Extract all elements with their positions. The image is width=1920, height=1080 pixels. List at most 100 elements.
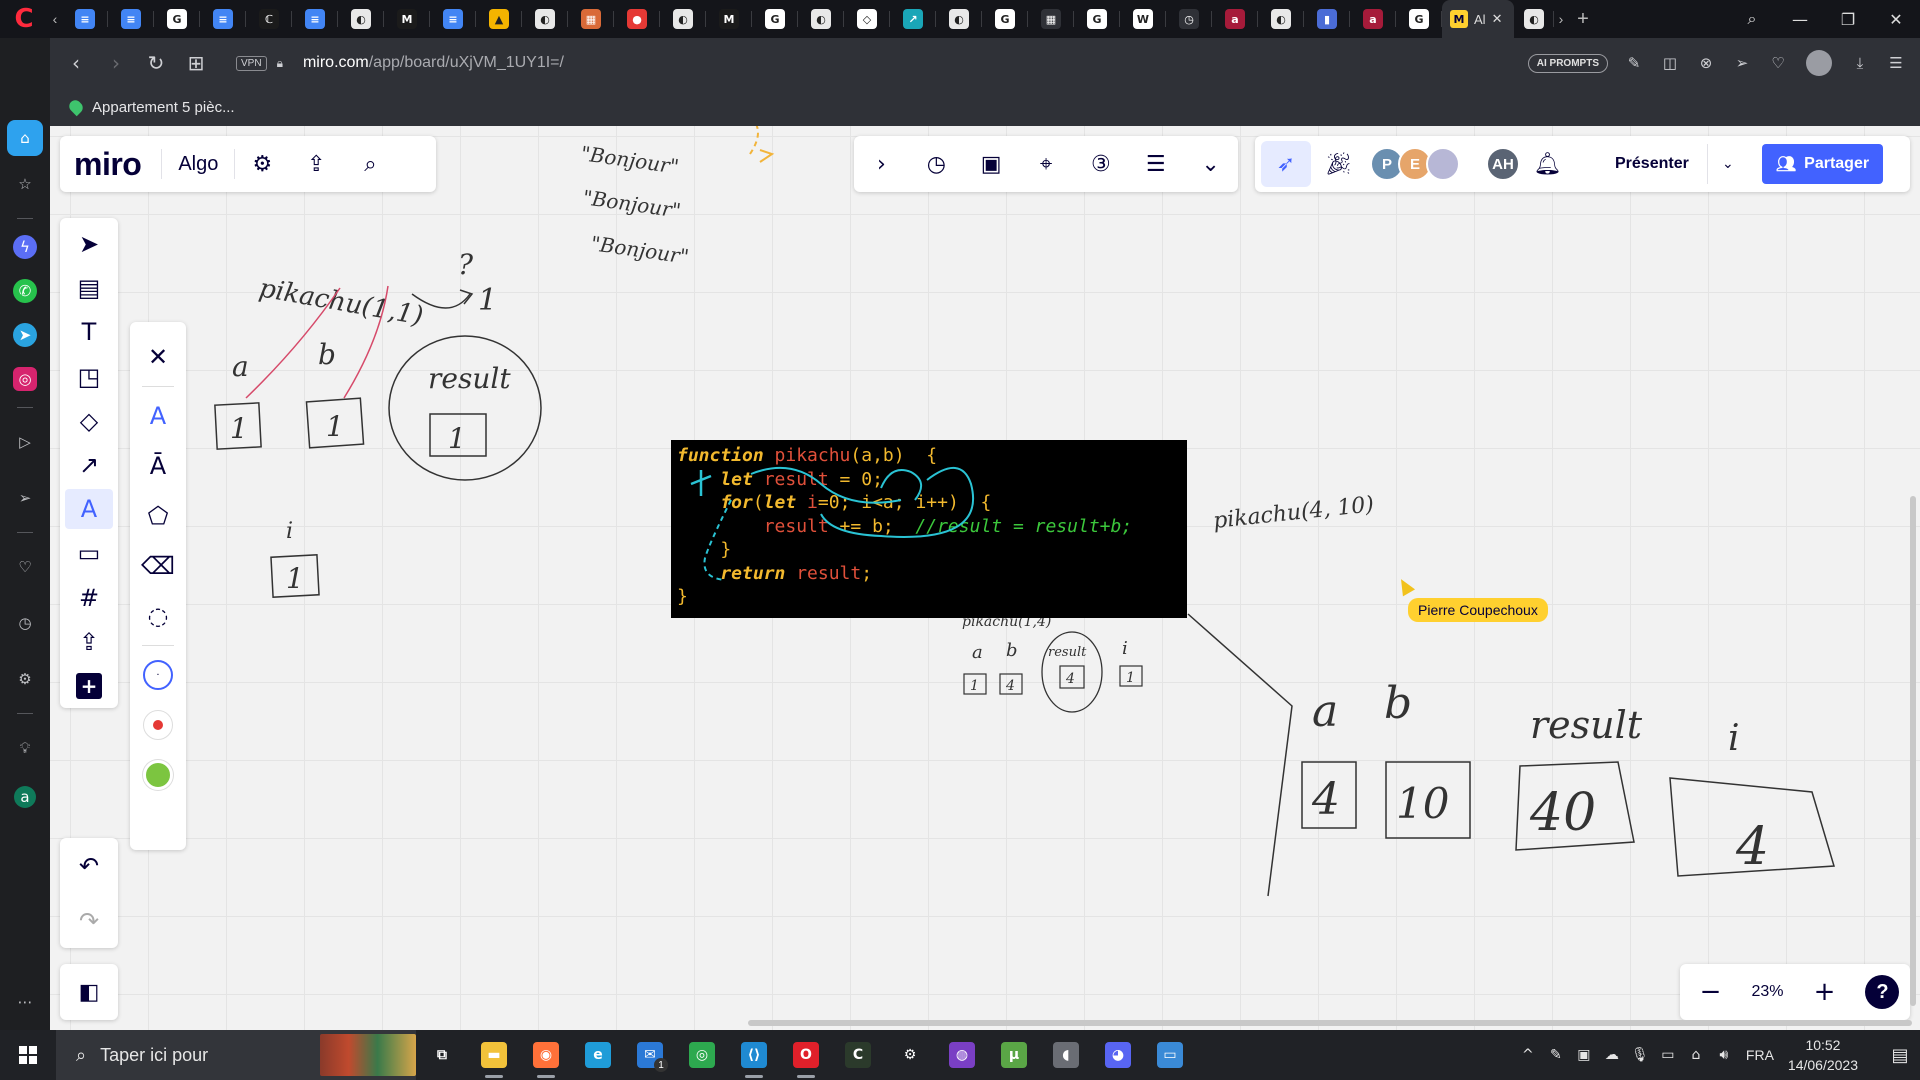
text-tool-icon[interactable]: T xyxy=(65,312,113,352)
stroke-size-swatch[interactable]: · xyxy=(136,650,180,700)
frame-icon[interactable]: # xyxy=(65,578,113,618)
board-title[interactable]: Algo xyxy=(162,153,234,176)
connection-line-icon[interactable]: ↗ xyxy=(65,445,113,485)
more-apps-button[interactable]: + xyxy=(65,666,113,706)
select-tool-icon[interactable]: ➤ xyxy=(65,224,113,264)
browser-tab[interactable]: M xyxy=(384,0,430,38)
smart-drawing-icon[interactable]: ⬠ xyxy=(136,491,180,541)
focus-icon[interactable]: ⌖ xyxy=(1019,136,1074,192)
lasso-icon[interactable]: ◌ xyxy=(136,591,180,641)
present-button[interactable]: Présenter xyxy=(1597,144,1708,184)
browser-tab[interactable]: ≡ xyxy=(200,0,246,38)
templates-icon[interactable]: ▤ xyxy=(65,268,113,308)
taskbar-search[interactable]: ⌕ Taper ici pour xyxy=(56,1030,416,1080)
display-icon[interactable]: ▭ xyxy=(1654,1047,1682,1063)
app-icon[interactable]: a xyxy=(14,786,36,808)
notes-icon[interactable]: ☰ xyxy=(1128,136,1183,192)
miro-board-canvas[interactable]: "Bonjour" "Bonjour" "Bonjour" pikachu(1,… xyxy=(50,126,1920,1030)
color-swatch-red[interactable] xyxy=(136,700,180,750)
browser-tab[interactable]: ≡ xyxy=(292,0,338,38)
taskbar-app[interactable]: ✉ 1 xyxy=(624,1030,676,1080)
highlighter-icon[interactable]: Ā xyxy=(136,441,180,491)
player-icon[interactable]: ▷ xyxy=(7,424,43,460)
language-indicator[interactable]: FRA xyxy=(1746,1047,1774,1063)
undo-icon[interactable]: ↶ xyxy=(65,841,113,891)
search-icon[interactable]: ⌕ xyxy=(343,136,397,192)
taskbar-app[interactable]: ▭ xyxy=(1144,1030,1196,1080)
notifications-bell-icon[interactable]: 🔔︎ xyxy=(1520,136,1575,192)
redo-icon[interactable]: ↷ xyxy=(65,896,113,946)
browser-tab[interactable]: G xyxy=(752,0,798,38)
tab-active[interactable]: M Al ✕ xyxy=(1442,0,1514,38)
taskbar-app[interactable]: ◖ xyxy=(1040,1030,1092,1080)
cursor-reactions-icon[interactable]: ➶ xyxy=(1261,141,1311,187)
miro-logo[interactable]: miro xyxy=(60,146,161,183)
comment-icon[interactable]: ▭ xyxy=(65,533,113,573)
taskbar-app[interactable]: ▬ xyxy=(468,1030,520,1080)
taskbar-app[interactable]: C xyxy=(832,1030,884,1080)
restore-icon[interactable]: ❐ xyxy=(1824,0,1872,38)
browser-tab[interactable]: G xyxy=(1074,0,1120,38)
pen-menu-icon[interactable]: ✎ xyxy=(1542,1047,1570,1063)
own-avatar[interactable]: AH xyxy=(1486,147,1520,181)
settings-icon[interactable]: ⚙ xyxy=(235,136,289,192)
flow-icon[interactable]: ➢ xyxy=(7,480,43,516)
expand-chevron-icon[interactable]: › xyxy=(854,136,909,192)
minimize-icon[interactable]: — xyxy=(1776,0,1824,38)
tab-scroll-left-icon[interactable]: ‹ xyxy=(48,11,62,27)
cloud-icon[interactable]: ☁ xyxy=(1598,1047,1626,1063)
vertical-scrollbar[interactable] xyxy=(1910,496,1916,1006)
share-button[interactable]: 👥︎ Partager xyxy=(1761,144,1884,184)
send-icon[interactable]: ➢ xyxy=(1726,47,1758,79)
whatsapp-icon[interactable]: ✆ xyxy=(13,279,37,303)
close-window-icon[interactable]: ✕ xyxy=(1872,0,1920,38)
microphone-icon[interactable]: 🎙︎ xyxy=(1626,1047,1654,1063)
zoom-in-icon[interactable]: + xyxy=(1804,972,1844,1012)
sticky-note-icon[interactable]: ◳ xyxy=(65,357,113,397)
horizontal-scrollbar[interactable] xyxy=(748,1020,1912,1026)
url-field[interactable]: miro.com/app/board/uXjVM_1UY1I=/ xyxy=(303,54,564,72)
export-icon[interactable]: ⇪ xyxy=(289,136,343,192)
clock[interactable]: 10:52 14/06/2023 xyxy=(1788,1035,1858,1075)
browser-tab[interactable]: M xyxy=(706,0,752,38)
upload-icon[interactable]: ⇪ xyxy=(65,622,113,662)
more-icon[interactable]: ⋯ xyxy=(7,984,43,1020)
browser-tab[interactable]: ▲ xyxy=(476,0,522,38)
messenger-icon[interactable]: ϟ xyxy=(13,235,37,259)
card-counter-icon[interactable]: ③ xyxy=(1073,136,1128,192)
browser-tab[interactable]: ◐ xyxy=(338,0,384,38)
vpn-badge[interactable]: VPN xyxy=(236,55,267,71)
download-icon[interactable]: ⤓ xyxy=(1844,47,1876,79)
side-panel-toggle-icon[interactable]: ◧ xyxy=(60,964,118,1020)
start-button[interactable] xyxy=(0,1030,56,1080)
pen-tool-icon[interactable]: A xyxy=(65,489,113,530)
browser-tab[interactable]: G xyxy=(1396,0,1442,38)
browser-tab[interactable]: G xyxy=(154,0,200,38)
edit-icon[interactable]: ✎ xyxy=(1618,47,1650,79)
pen-icon[interactable]: A xyxy=(136,391,180,441)
shapes-icon[interactable]: ◇ xyxy=(65,401,113,441)
taskbar-app[interactable]: e xyxy=(572,1030,624,1080)
taskbar-app[interactable]: ⟨⟩ xyxy=(728,1030,780,1080)
help-icon[interactable]: ? xyxy=(1865,975,1900,1009)
forward-icon[interactable]: › xyxy=(96,43,136,83)
voting-icon[interactable]: ▣ xyxy=(964,136,1019,192)
back-icon[interactable]: ‹ xyxy=(56,43,96,83)
taskbar-app[interactable]: O xyxy=(780,1030,832,1080)
close-tab-icon[interactable]: ✕ xyxy=(1492,11,1503,27)
camera-icon[interactable]: ◫ xyxy=(1654,47,1686,79)
browser-tab[interactable]: ▦ xyxy=(1028,0,1074,38)
timer-icon[interactable]: ◷ xyxy=(909,136,964,192)
browser-tab[interactable]: ≡ xyxy=(62,0,108,38)
home-icon[interactable]: ⌂ xyxy=(7,120,43,156)
browser-tab[interactable]: a xyxy=(1350,0,1396,38)
tab-scroll-right-icon[interactable]: › xyxy=(1554,11,1568,27)
browser-tab[interactable]: ◇ xyxy=(844,0,890,38)
bookmark-item[interactable]: Appartement 5 pièc... xyxy=(66,97,235,117)
heart-icon[interactable]: ♡ xyxy=(1762,47,1794,79)
browser-tab[interactable]: ▦ xyxy=(568,0,614,38)
browser-tab[interactable]: a xyxy=(1212,0,1258,38)
browser-tab[interactable]: ◐ xyxy=(936,0,982,38)
taskbar-app[interactable]: ◉ xyxy=(520,1030,572,1080)
taskbar-app[interactable]: ⧉ xyxy=(416,1030,468,1080)
